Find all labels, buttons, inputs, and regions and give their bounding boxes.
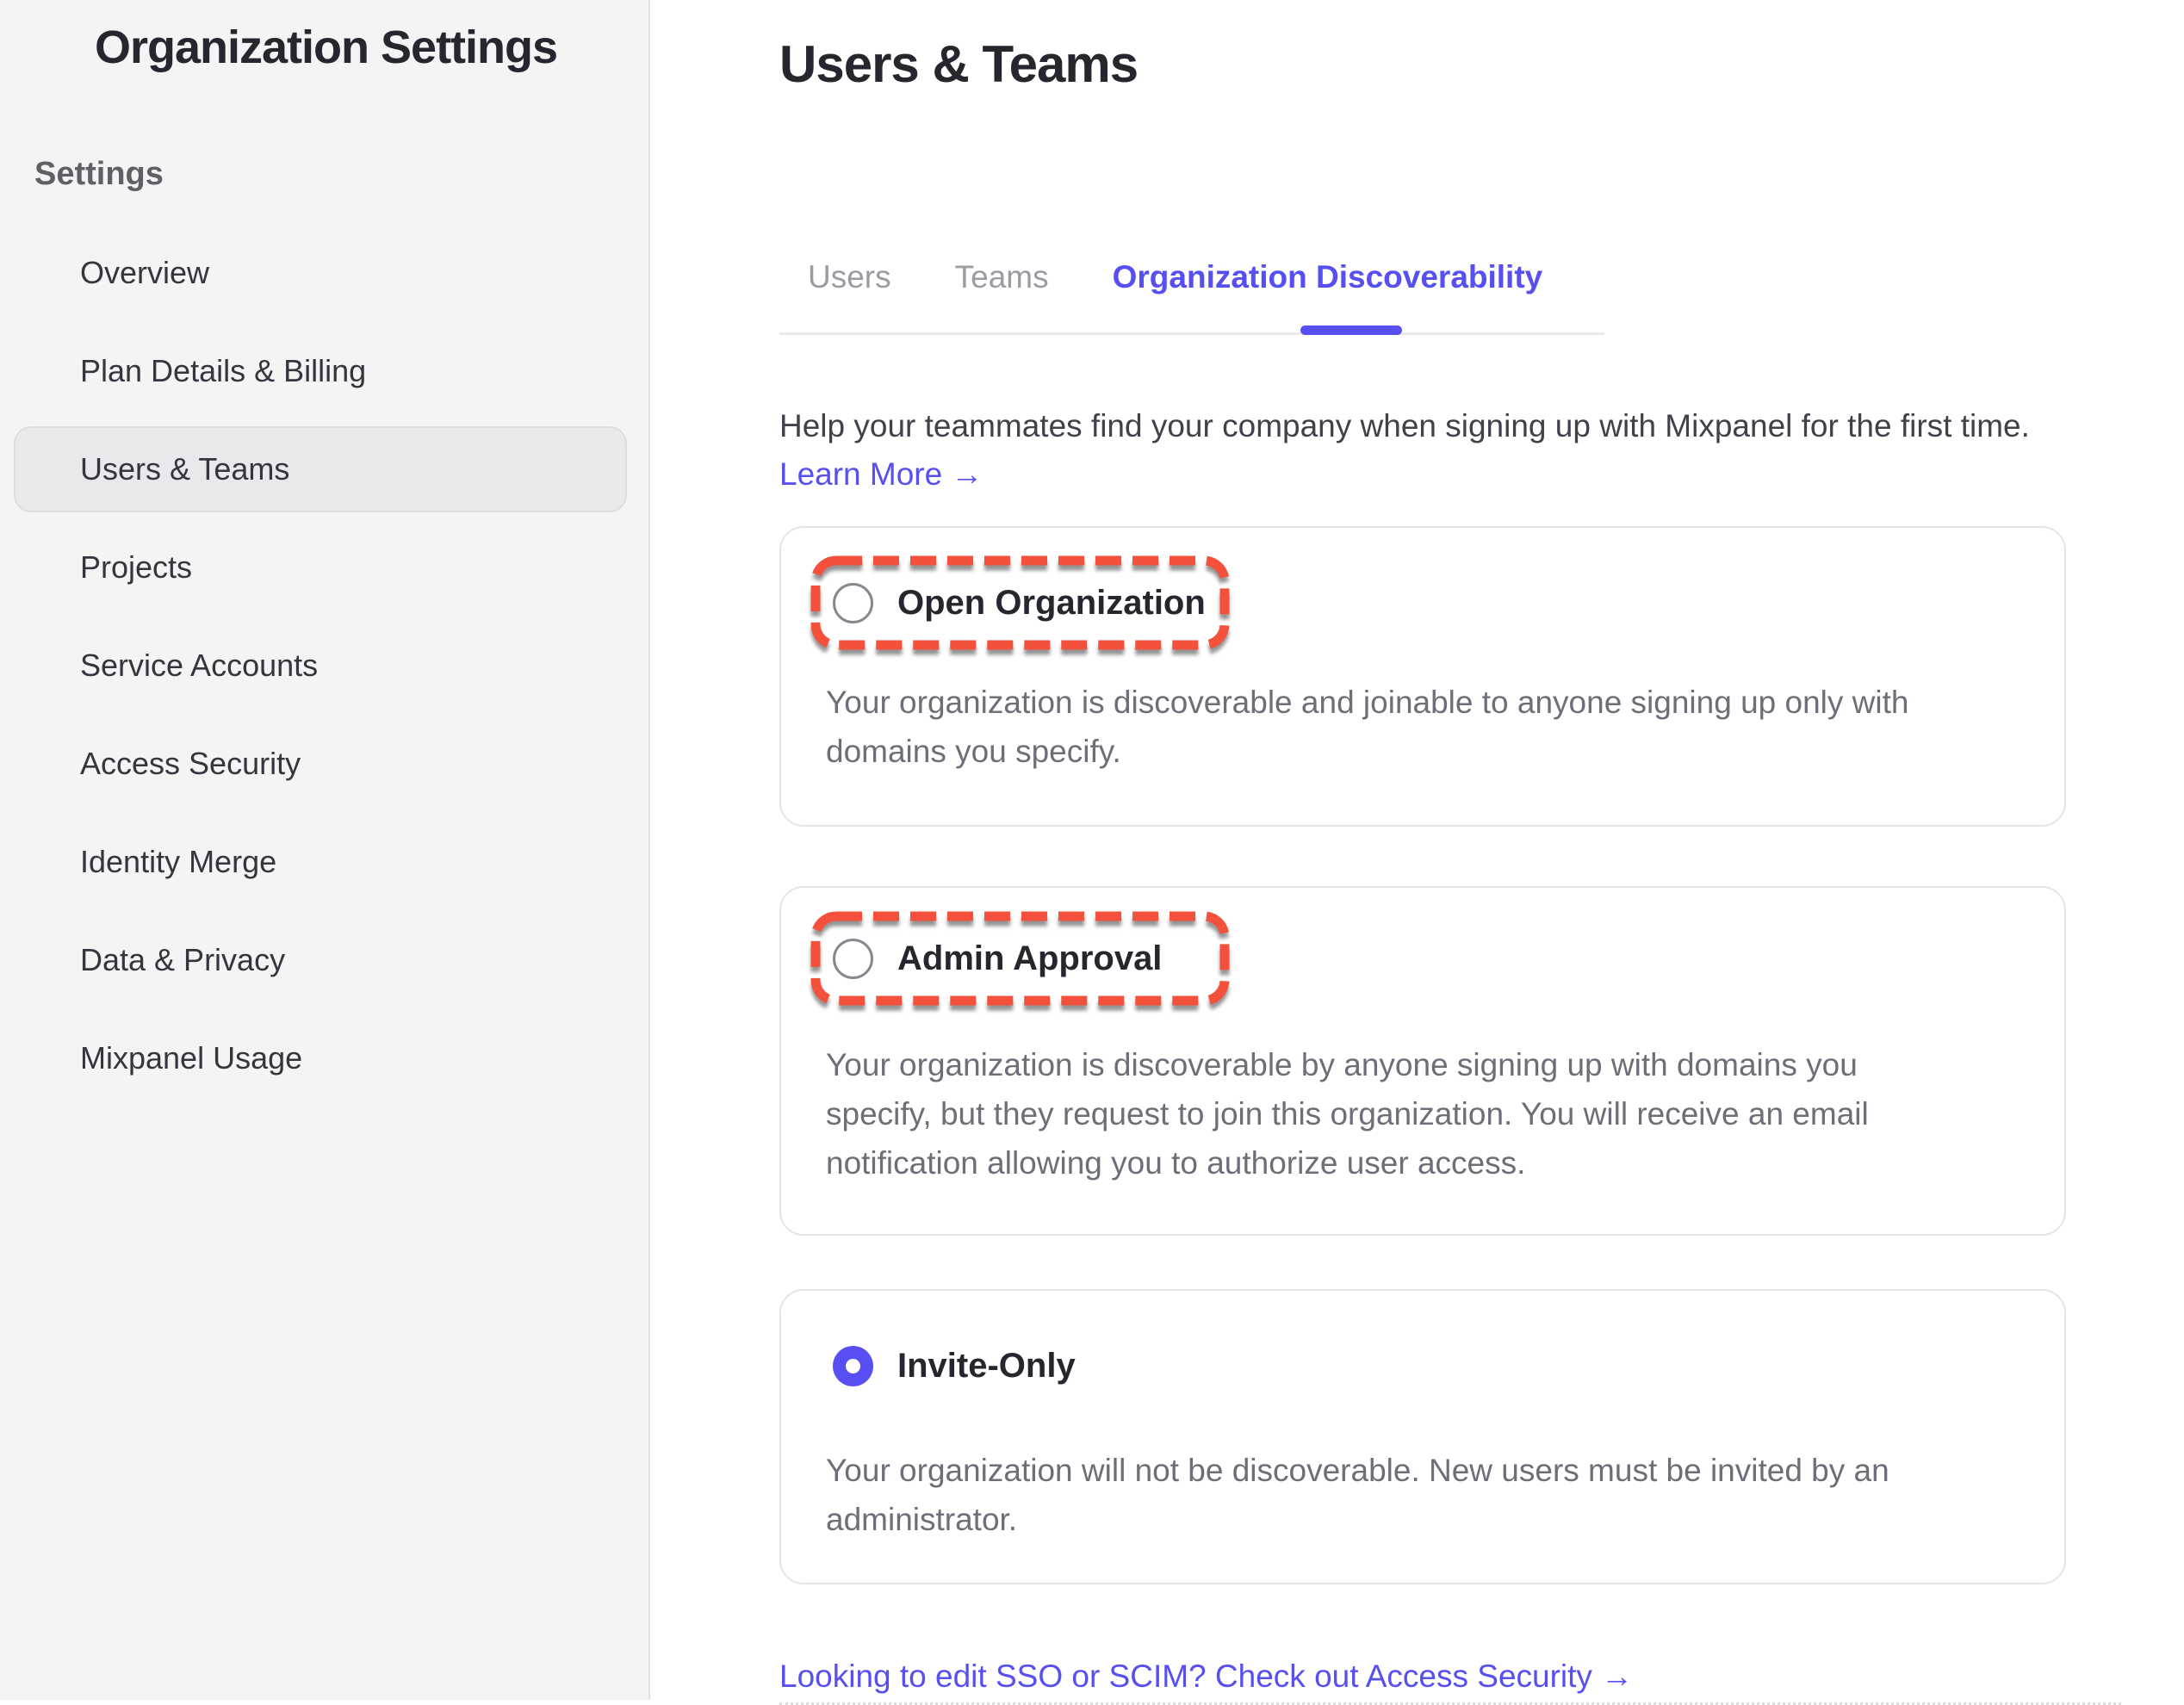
option-card-invite-only: Invite-Only Your organization will not b… — [779, 1289, 2066, 1584]
option-desc-admin-approval: Your organization is discoverable by any… — [826, 1040, 2064, 1187]
sidebar-item-label: Service Accounts — [80, 648, 318, 684]
annotation-highlight-open-organization: Open Organization — [810, 555, 1230, 650]
sidebar-item-users-teams[interactable]: Users & Teams — [0, 420, 648, 518]
intro-text: Help your teammates find your company wh… — [779, 407, 2184, 445]
page-title: Users & Teams — [779, 0, 2184, 95]
sidebar: Organization Settings Settings Overview … — [0, 0, 650, 1700]
learn-more-link[interactable]: Learn More → — [779, 456, 2184, 493]
tab-users[interactable]: Users — [808, 259, 891, 295]
tab-divider — [779, 332, 1604, 335]
desc-line: administrator. — [826, 1495, 2064, 1544]
option-label-admin-approval: Admin Approval — [897, 939, 1162, 978]
tab-teams[interactable]: Teams — [955, 259, 1049, 295]
sidebar-item-label: Plan Details & Billing — [80, 353, 366, 389]
sidebar-section-label: Settings — [34, 155, 648, 193]
desc-line: Your organization is discoverable and jo… — [826, 678, 2064, 727]
access-security-link[interactable]: Looking to edit SSO or SCIM? Check out A… — [779, 1658, 2184, 1696]
sidebar-item-service-accounts[interactable]: Service Accounts — [0, 617, 648, 715]
option-card-open-organization: Open Organization Your organization is d… — [779, 526, 2066, 827]
sidebar-item-access-security[interactable]: Access Security — [0, 715, 648, 813]
sidebar-item-mixpanel-usage[interactable]: Mixpanel Usage — [0, 1009, 648, 1107]
sidebar-item-projects[interactable]: Projects — [0, 518, 648, 617]
main-panel: Users & Teams Users Teams Organization D… — [652, 0, 2184, 1700]
sidebar-item-label: Projects — [80, 549, 192, 586]
option-label-open-organization: Open Organization — [897, 584, 1206, 623]
active-tab-underline — [1300, 326, 1402, 335]
sidebar-nav: Overview Plan Details & Billing Users & … — [0, 224, 648, 1107]
desc-line: Your organization is discoverable by any… — [826, 1040, 2064, 1089]
annotation-highlight-admin-approval: Admin Approval — [810, 911, 1230, 1006]
radio-dot — [846, 1359, 860, 1373]
sidebar-item-label: Data & Privacy — [80, 942, 285, 978]
sidebar-active-pill: Users & Teams — [14, 426, 627, 512]
tab-bar: Users Teams Organization Discoverability — [808, 258, 2184, 296]
desc-line: Your organization will not be discoverab… — [826, 1446, 2064, 1495]
sidebar-item-label: Users & Teams — [80, 451, 289, 487]
option-label-invite-only: Invite-Only — [897, 1347, 1076, 1386]
tab-organization-discoverability[interactable]: Organization Discoverability — [1113, 259, 1543, 295]
radio-invite-only[interactable] — [833, 1346, 873, 1386]
sidebar-item-label: Overview — [80, 255, 209, 291]
sidebar-item-label: Access Security — [80, 746, 301, 782]
option-head-invite-only: Invite-Only — [833, 1345, 2064, 1386]
sidebar-item-label: Identity Merge — [80, 844, 276, 880]
radio-open-organization[interactable] — [833, 583, 873, 623]
option-card-admin-approval: Admin Approval Your organization is disc… — [779, 886, 2066, 1236]
desc-line: specify, but they request to join this o… — [826, 1089, 2064, 1138]
sidebar-item-label: Mixpanel Usage — [80, 1040, 302, 1076]
sidebar-item-overview[interactable]: Overview — [0, 224, 648, 322]
sidebar-title: Organization Settings — [95, 19, 648, 76]
desc-line: domains you specify. — [826, 727, 2064, 776]
desc-line: notification allowing you to authorize u… — [826, 1138, 2064, 1187]
radio-admin-approval[interactable] — [833, 939, 873, 979]
option-desc-open-organization: Your organization is discoverable and jo… — [826, 678, 2064, 776]
sidebar-item-plan-details-billing[interactable]: Plan Details & Billing — [0, 322, 648, 420]
sidebar-item-identity-merge[interactable]: Identity Merge — [0, 813, 648, 911]
option-desc-invite-only: Your organization will not be discoverab… — [826, 1446, 2064, 1544]
sidebar-item-data-privacy[interactable]: Data & Privacy — [0, 911, 648, 1009]
